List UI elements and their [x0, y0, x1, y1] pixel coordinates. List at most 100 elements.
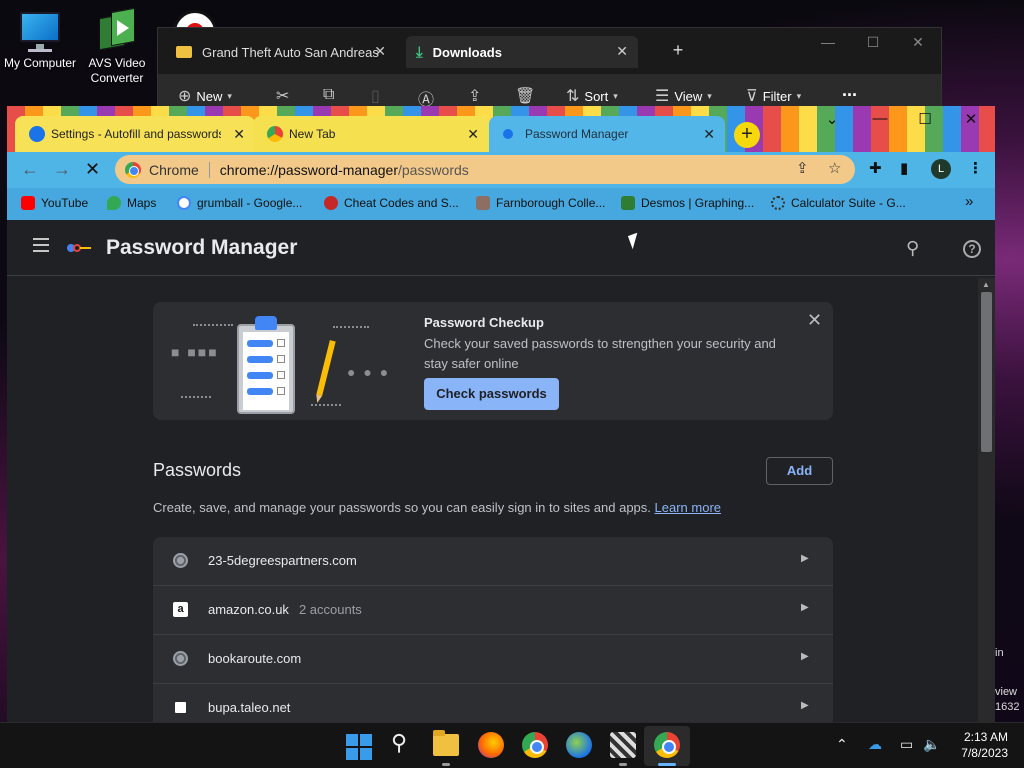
site-name: amazon.co.uk 2 accounts — [208, 602, 362, 617]
globe-app-icon[interactable] — [566, 732, 592, 758]
college-icon — [476, 196, 490, 210]
hamburger-menu-icon[interactable] — [33, 238, 49, 252]
active-indicator — [658, 763, 676, 766]
chrome-toolbar: ← → ✕ Chrome chrome://password-manager/p… — [7, 152, 995, 188]
password-list-item[interactable]: bookaroute.com ▶ — [153, 635, 833, 684]
file-explorer-icon[interactable] — [433, 730, 459, 756]
cut-button[interactable]: ✂ — [276, 86, 289, 106]
scroll-thumb[interactable] — [981, 292, 992, 452]
side-panel-icon[interactable]: ▮ — [900, 159, 908, 177]
check-passwords-button[interactable]: Check passwords — [424, 378, 559, 410]
new-tab-button[interactable]: + — [734, 122, 760, 148]
bookmark-desmos[interactable]: Desmos | Graphing... — [621, 196, 754, 210]
bookmark-calculator-suite[interactable]: Calculator Suite - G... — [771, 196, 906, 210]
copy-button[interactable]: ⧉ — [323, 86, 334, 104]
close-window-icon[interactable]: ✕ — [951, 110, 991, 128]
more-options-button[interactable]: ... — [842, 80, 857, 101]
chrome-profile-icon[interactable] — [654, 732, 680, 758]
new-button[interactable]: ⊕ New ▾ — [178, 86, 232, 106]
site-favicon-icon — [175, 702, 186, 713]
network-icon[interactable]: ▭ — [900, 736, 913, 753]
learn-more-link[interactable]: Learn more — [655, 500, 721, 515]
windows-start-icon[interactable] — [346, 734, 372, 760]
site-label: bupa.taleo.net — [208, 700, 291, 715]
extensions-icon[interactable]: ✚ — [869, 159, 882, 177]
bookmark-cheat-codes[interactable]: Cheat Codes and S... — [324, 196, 459, 210]
password-list-item[interactable]: 23-5degreespartners.com ▶ — [153, 537, 833, 586]
minimize-icon[interactable]: — — [808, 34, 848, 50]
chrome-icon[interactable] — [522, 732, 548, 758]
google-icon — [177, 196, 191, 210]
tab-password-manager[interactable]: Password Manager ✕ — [489, 116, 725, 152]
password-list-item[interactable]: a amazon.co.uk 2 accounts ▶ — [153, 586, 833, 635]
desmos-icon — [621, 196, 635, 210]
download-icon: ⤓ — [416, 43, 423, 61]
maps-icon — [107, 196, 121, 210]
delete-button[interactable]: 🗑 — [515, 86, 535, 106]
share-icon[interactable]: ⇪ — [796, 159, 809, 177]
bookmark-grumball[interactable]: grumball - Google... — [177, 196, 302, 210]
firefox-icon[interactable] — [478, 732, 504, 758]
bookmark-farnborough[interactable]: Farnborough Colle... — [476, 196, 605, 210]
close-tab-icon[interactable]: ✕ — [374, 43, 386, 60]
bookmark-star-icon[interactable]: ☆ — [828, 159, 841, 177]
password-list: 23-5degreespartners.com ▶ a amazon.co.uk… — [153, 537, 833, 722]
close-tab-icon[interactable]: ✕ — [467, 126, 479, 143]
view-button[interactable]: ☰ View ▾ — [655, 86, 712, 106]
search-icon[interactable]: ⚲ — [391, 730, 419, 758]
site-label: bookaroute.com — [208, 651, 302, 666]
passwords-heading: Passwords — [153, 460, 242, 480]
paste-button[interactable]: ▯ — [371, 86, 380, 106]
new-tab-icon[interactable]: + — [658, 40, 698, 61]
address-bar[interactable]: Chrome chrome://password-manager/passwor… — [115, 155, 855, 184]
bookmarks-overflow-icon[interactable]: » — [965, 193, 973, 210]
chrome-icon — [267, 126, 283, 142]
desktop-icon-label: AVS Video Converter — [88, 56, 146, 85]
desktop-icon-my-computer[interactable]: My Computer — [0, 10, 80, 71]
account-count: 2 accounts — [298, 602, 362, 617]
password-list-item[interactable]: bupa.taleo.net ▶ — [153, 684, 833, 722]
vertical-scrollbar[interactable]: ▲ — [978, 278, 995, 722]
close-window-icon[interactable]: ✕ — [898, 34, 938, 51]
maximize-icon[interactable]: ☐ — [905, 110, 945, 128]
tab-search-icon[interactable]: ⌄ — [812, 110, 852, 128]
menu-kebab-icon[interactable]: ⋮ — [968, 159, 983, 177]
close-tab-icon[interactable]: ✕ — [616, 43, 628, 60]
close-tab-icon[interactable]: ✕ — [233, 126, 245, 143]
onedrive-cloud-icon[interactable]: ☁ — [868, 736, 882, 753]
minimize-icon[interactable]: — — [860, 110, 900, 127]
explorer-tab-downloads[interactable]: ⤓ Downloads ✕ — [406, 36, 638, 68]
checkup-title: Password Checkup — [424, 315, 544, 330]
sort-label: Sort — [584, 88, 609, 104]
add-password-button[interactable]: Add — [766, 457, 833, 485]
back-icon[interactable]: ← — [21, 159, 39, 180]
desktop-icon-avs-video-converter[interactable]: AVS Video Converter — [77, 7, 157, 86]
trash-icon: 🗑 — [515, 88, 536, 105]
help-icon[interactable]: ? — [963, 240, 981, 258]
site-label: amazon.co.uk — [208, 602, 289, 617]
loading-icon — [503, 129, 513, 139]
stop-loading-icon[interactable]: ✕ — [85, 159, 100, 180]
forward-icon[interactable]: → — [53, 159, 71, 180]
close-icon[interactable]: ✕ — [807, 310, 822, 331]
game-app-icon[interactable] — [610, 732, 636, 758]
close-tab-icon[interactable]: ✕ — [703, 126, 715, 143]
tab-new-tab[interactable]: New Tab ✕ — [253, 116, 489, 152]
profile-avatar[interactable]: L — [931, 159, 951, 179]
sort-icon: ⇅ — [566, 88, 580, 105]
bookmark-maps[interactable]: Maps — [107, 196, 156, 210]
search-icon[interactable]: ⚲ — [906, 238, 919, 259]
tab-settings[interactable]: Settings - Autofill and passwords ✕ — [15, 116, 255, 152]
system-clock[interactable]: 2:13 AM 7/8/2023 — [952, 729, 1008, 761]
bookmark-youtube[interactable]: YouTube — [21, 196, 88, 210]
volume-icon[interactable]: 🔈 — [923, 736, 940, 753]
explorer-tab-gta[interactable]: Grand Theft Auto San Andreas ✕ — [166, 36, 396, 68]
sort-button[interactable]: ⇅ Sort ▾ — [566, 86, 618, 106]
show-hidden-icons-chevron-up-icon[interactable]: ⌃ — [836, 736, 848, 753]
share-button[interactable]: ⇪ — [468, 86, 481, 106]
clock-time: 2:13 AM — [963, 730, 1008, 744]
scroll-up-arrow-icon[interactable]: ▲ — [982, 280, 990, 289]
maximize-icon[interactable]: ☐ — [853, 34, 893, 51]
filter-button[interactable]: ⊽ Filter ▾ — [746, 86, 801, 106]
explorer-tab-label: Downloads — [432, 44, 502, 60]
